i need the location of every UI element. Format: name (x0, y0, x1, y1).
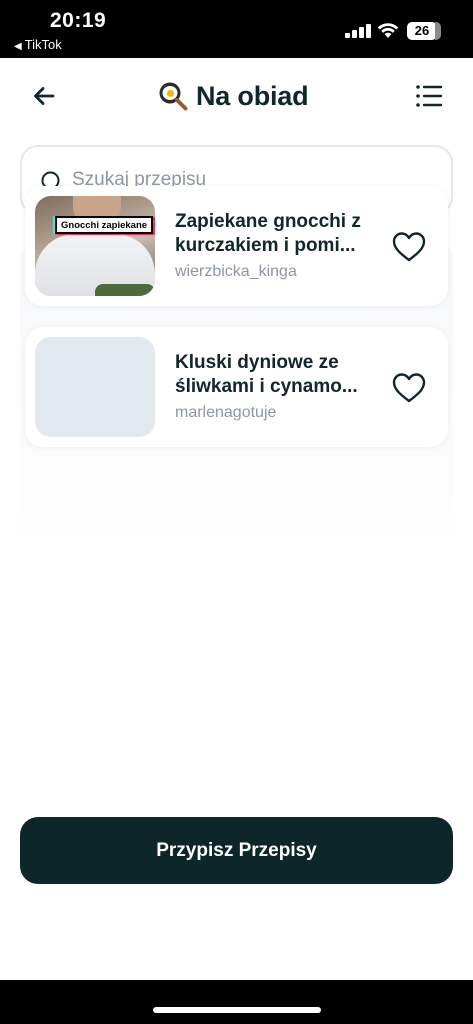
back-app-label: TikTok (24, 37, 62, 52)
page-title: Na obiad (196, 80, 309, 111)
header: Na obiad (0, 58, 473, 138)
back-arrow-icon[interactable] (28, 80, 60, 112)
heart-icon[interactable] (391, 371, 427, 405)
battery-level: 26 (407, 22, 437, 40)
list-menu-icon[interactable] (414, 82, 444, 110)
status-time: 20:19 (50, 9, 107, 32)
recipe-title: Zapiekane gnocchi z kurczakiem i pomi... (175, 211, 361, 256)
thumbnail-caption: Gnocchi zapiekane (55, 216, 154, 234)
battery-icon: 26 (407, 22, 441, 40)
recipe-author: wierzbicka_kinga (175, 263, 297, 280)
home-bar-area (0, 980, 473, 1024)
home-indicator[interactable] (153, 1007, 321, 1013)
page-title-group: Na obiad (158, 78, 309, 114)
recipe-title: Kluski dyniowe ze śliwkami i cynamo... (175, 352, 358, 397)
cellular-signal-icon (345, 24, 371, 38)
recipe-thumbnail: Gnocchi zapiekane (35, 196, 155, 296)
wifi-icon (377, 23, 399, 38)
recipe-thumbnail-placeholder (35, 337, 155, 437)
assign-recipes-button[interactable]: Przypisz Przepisy (20, 817, 453, 884)
recipe-author: marlenagotuje (175, 404, 277, 421)
recipe-card[interactable]: Gnocchi zapiekane Zapiekane gnocchi z ku… (25, 186, 448, 306)
back-triangle-icon: ◀ (14, 41, 22, 52)
frying-pan-icon (159, 82, 188, 111)
recipe-card[interactable]: Kluski dyniowe ze śliwkami i cynamo... m… (25, 327, 448, 447)
back-to-app-link[interactable]: ◀ TikTok (14, 37, 62, 52)
heart-icon[interactable] (391, 230, 427, 264)
status-bar: 20:19 ◀ TikTok 26 (0, 0, 473, 58)
